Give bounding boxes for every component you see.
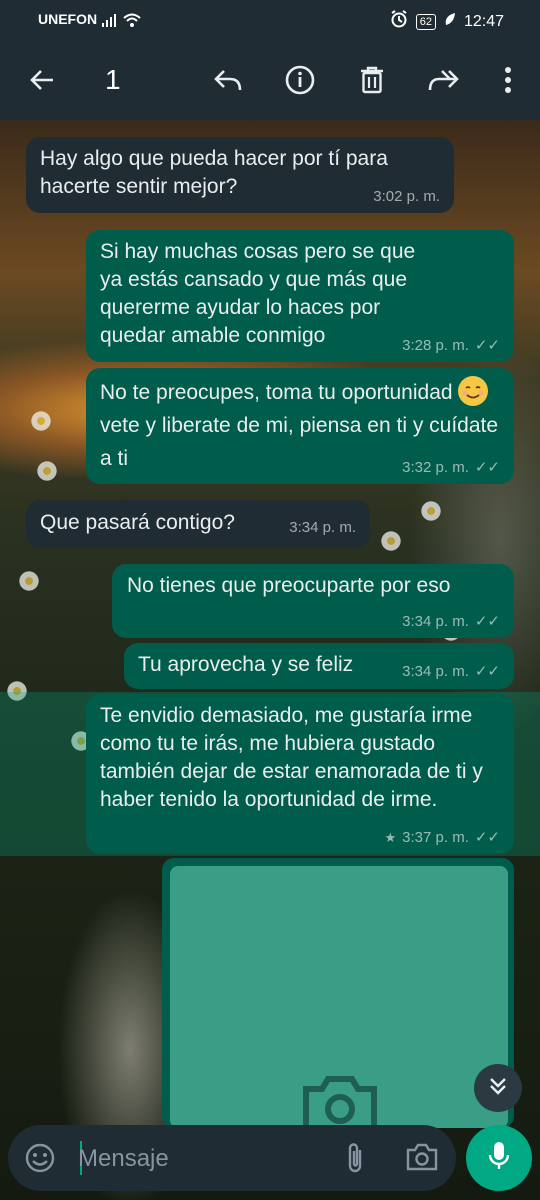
message-time: 3:02 p. m. — [373, 188, 440, 205]
smiling-blush-emoji-icon — [458, 376, 489, 407]
back-arrow-icon[interactable] — [22, 60, 62, 100]
message-meta: 3:34 p. m. — [289, 520, 356, 536]
alarm-icon — [390, 10, 408, 33]
message-text: No tienes que preocuparte por eso — [127, 574, 451, 597]
message-time: 3:34 p. m. — [402, 663, 469, 680]
emoji-icon[interactable] — [24, 1142, 56, 1179]
message-outgoing[interactable]: Tu aprovecha y se feliz 3:34 p. m. ✓✓ — [124, 643, 514, 689]
message-meta: 3:32 p. m. ✓✓ — [402, 460, 500, 476]
delete-icon[interactable] — [352, 60, 392, 100]
message-time: 3:34 p. m. — [402, 613, 469, 630]
read-ticks-icon: ✓✓ — [474, 459, 500, 476]
image-message[interactable] — [162, 858, 514, 1134]
battery-indicator: 62 — [415, 13, 436, 30]
message-time: 3:37 p. m. — [402, 829, 469, 846]
status-bar: UNEFON 62 12:47 — [0, 0, 540, 38]
message-text-part: No te preocupes, toma tu oportunidad — [100, 381, 453, 404]
message-meta: 3:34 p. m. ✓✓ — [402, 614, 500, 630]
message-meta: 3:02 p. m. — [373, 189, 440, 205]
info-icon[interactable] — [280, 60, 320, 100]
read-ticks-icon: ✓✓ — [474, 613, 500, 630]
microphone-icon — [488, 1141, 510, 1176]
message-outgoing-selected[interactable]: Te envidio demasiado, me gustaría irme c… — [86, 694, 514, 854]
image-placeholder[interactable] — [170, 866, 508, 1134]
attach-icon[interactable] — [344, 1141, 366, 1180]
message-meta: 3:34 p. m. ✓✓ — [402, 664, 500, 680]
carrier-label: UNEFON — [38, 11, 98, 27]
double-chevron-down-icon — [487, 1075, 509, 1102]
message-text: Te envidio demasiado, me gustaría irme c… — [100, 704, 483, 811]
voice-message-button[interactable] — [466, 1125, 532, 1191]
signal-wifi-icon — [102, 12, 148, 32]
leaf-icon — [444, 12, 456, 31]
more-vert-icon[interactable] — [488, 60, 528, 100]
message-meta: 3:28 p. m. ✓✓ — [402, 338, 500, 354]
message-time: 3:32 p. m. — [402, 459, 469, 476]
message-time: 3:28 p. m. — [402, 337, 469, 354]
selected-count: 1 — [105, 64, 121, 95]
read-ticks-icon: ✓✓ — [474, 829, 500, 846]
message-meta: ★ 3:37 p. m. ✓✓ — [385, 830, 501, 846]
message-composer — [8, 1125, 456, 1191]
star-icon: ★ — [384, 830, 397, 845]
message-outgoing[interactable]: No tienes que preocuparte por eso 3:34 p… — [112, 564, 514, 638]
camera-icon[interactable] — [406, 1143, 438, 1176]
forward-icon[interactable] — [424, 60, 464, 100]
selection-app-bar: 1 — [0, 38, 540, 120]
message-incoming[interactable]: Hay algo que pueda hacer por tí para hac… — [26, 137, 454, 213]
message-outgoing[interactable]: Si hay muchas cosas pero se que ya estás… — [86, 230, 514, 362]
message-time: 3:34 p. m. — [289, 519, 356, 536]
message-input[interactable] — [76, 1138, 330, 1180]
read-ticks-icon: ✓✓ — [474, 337, 500, 354]
reply-icon[interactable] — [208, 60, 248, 100]
message-text: Si hay muchas cosas pero se que ya estás… — [100, 240, 416, 347]
read-ticks-icon: ✓✓ — [474, 663, 500, 680]
clock: 12:47 — [463, 12, 504, 30]
message-incoming[interactable]: Que pasará contigo? 3:34 p. m. — [26, 500, 370, 548]
message-text: Hay algo que pueda hacer por tí para hac… — [40, 147, 388, 198]
scroll-down-button[interactable] — [474, 1064, 522, 1112]
message-outgoing[interactable]: No te preocupes, toma tu oportunidad vet… — [86, 368, 514, 484]
